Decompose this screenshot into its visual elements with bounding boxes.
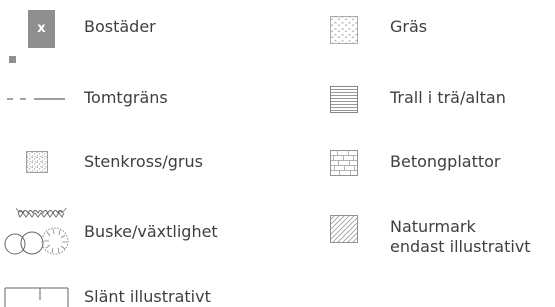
legend-label-naturmark-line1: Naturmark	[390, 217, 476, 236]
legend-item-bostader: x Bostäder	[0, 0, 260, 70]
legend: x Bostäder Tomtgräns Stenkross/grus Busk…	[0, 0, 555, 307]
shrub-icon	[4, 207, 69, 255]
wood-deck-pattern-icon	[330, 86, 358, 113]
legend-item-stenkross: Stenkross/grus	[0, 140, 260, 180]
legend-label-bostader: Bostäder	[84, 17, 156, 36]
house-symbol-icon: x	[28, 10, 55, 48]
legend-label-trall: Trall i trä/altan	[390, 88, 506, 107]
legend-item-trall: Trall i trä/altan	[300, 80, 555, 120]
legend-label-buske: Buske/växtlighet	[84, 222, 218, 241]
slope-icon	[4, 287, 69, 307]
concrete-tiles-pattern-icon	[330, 150, 358, 176]
legend-item-buske: Buske/växtlighet	[0, 195, 260, 260]
legend-item-gras: Gräs	[300, 0, 555, 70]
legend-item-betong: Betongplattor	[300, 140, 555, 180]
legend-label-gras: Gräs	[390, 17, 428, 36]
legend-label-naturmark-line2: endast illustrativt	[390, 237, 531, 256]
legend-label-betong: Betongplattor	[390, 152, 501, 171]
legend-item-naturmark: Naturmark endast illustrativt	[300, 205, 555, 275]
property-boundary-line-icon	[7, 98, 65, 100]
legend-item-tomtgrans: Tomtgräns	[0, 80, 260, 120]
natural-ground-hatch-icon	[330, 215, 358, 243]
legend-label-naturmark: Naturmark endast illustrativt	[390, 217, 555, 257]
gravel-pattern-icon	[26, 151, 48, 173]
grass-pattern-icon	[330, 16, 358, 44]
house-corner-marker	[9, 56, 16, 63]
legend-item-slant: Slänt illustrativt	[0, 270, 260, 307]
legend-label-tomtgrans: Tomtgräns	[84, 88, 168, 107]
legend-label-slant: Slänt illustrativt	[84, 287, 211, 306]
legend-label-stenkross: Stenkross/grus	[84, 152, 203, 171]
house-symbol-x: x	[37, 21, 46, 36]
